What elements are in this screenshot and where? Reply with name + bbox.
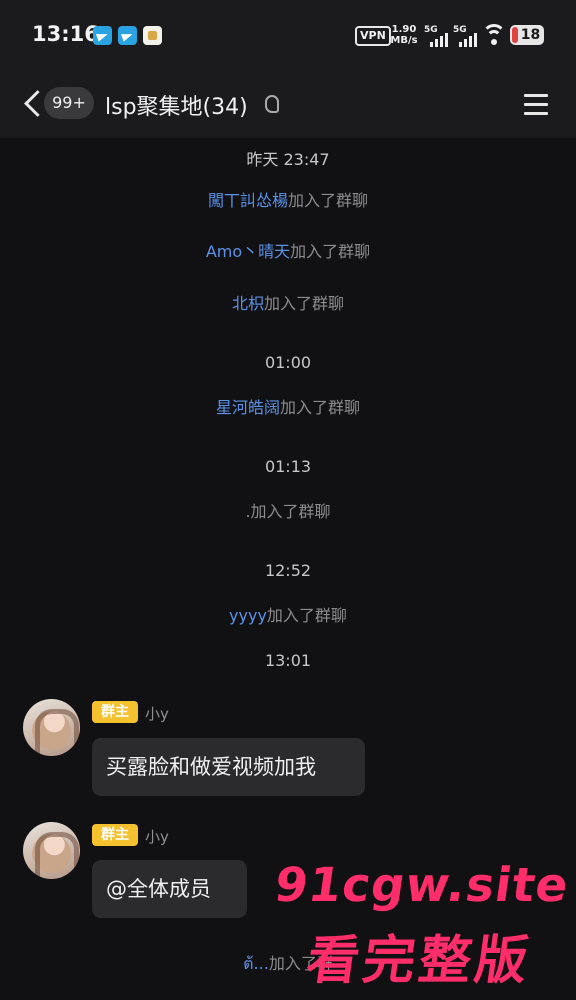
join-text: 加入了群聊 bbox=[290, 242, 371, 261]
avatar[interactable] bbox=[23, 699, 80, 756]
join-notice: yyyy加入了群聊 bbox=[0, 602, 576, 626]
timestamp: 01:13 bbox=[264, 457, 312, 476]
member-name-link[interactable]: 闖丅訆怂楊 bbox=[208, 191, 288, 210]
battery-icon: 18 bbox=[510, 25, 544, 45]
telegram-icon bbox=[118, 26, 137, 45]
member-name-link[interactable]: 北枳 bbox=[232, 294, 264, 313]
join-notice: 北枳加入了群聊 bbox=[0, 290, 576, 314]
join-text: 加入了群聊 bbox=[288, 191, 369, 210]
timestamp: 昨天 23:47 bbox=[246, 150, 330, 169]
wifi-icon bbox=[482, 24, 506, 46]
timestamp: 01:00 bbox=[264, 353, 312, 372]
join-text: .加入了群聊 bbox=[245, 502, 331, 521]
group-title: lsp聚集地(34) bbox=[105, 95, 248, 120]
signal-icon: 5G bbox=[424, 25, 448, 47]
group-owner-badge: 群主 bbox=[92, 824, 138, 846]
status-bar: 13:16 VPN 1.90 MB/s 5G 5G 18 bbox=[0, 0, 576, 72]
network-speed-value: 1.90 bbox=[391, 24, 417, 35]
join-notice: .加入了群聊 bbox=[0, 498, 576, 522]
signal-type-label: 5G bbox=[424, 25, 438, 35]
timestamp: 12:52 bbox=[264, 561, 312, 580]
chat-header: 99+ lsp聚集地(34) bbox=[0, 72, 576, 138]
join-text: 加入了群聊 bbox=[280, 398, 361, 417]
sender-name: 小y bbox=[145, 828, 169, 846]
watermark-caption: 看完整版 bbox=[303, 931, 536, 991]
sender-name: 小y bbox=[145, 705, 169, 723]
status-clock: 13:16 bbox=[32, 22, 99, 46]
timestamp: 13:01 bbox=[264, 651, 312, 670]
watermark-url: 91cgw.site bbox=[271, 858, 573, 913]
member-name-link[interactable]: 星河皓阔 bbox=[216, 398, 280, 417]
menu-icon[interactable] bbox=[524, 93, 548, 115]
member-name-link[interactable]: ต้... bbox=[243, 954, 269, 973]
join-text: 加入了群聊 bbox=[264, 294, 345, 313]
telegram-icon bbox=[93, 26, 112, 45]
message-bubble[interactable]: 买露脸和做爱视频加我 bbox=[92, 738, 365, 796]
battery-level: 18 bbox=[520, 27, 541, 43]
unread-count-badge[interactable]: 99+ bbox=[44, 87, 94, 119]
message-bubble[interactable]: @全体成员 bbox=[92, 860, 247, 918]
app-notification-icon bbox=[143, 26, 162, 45]
member-name-link[interactable]: yyyy bbox=[229, 606, 267, 625]
join-text: 加入了群聊 bbox=[266, 606, 347, 625]
member-name-link[interactable]: Amo丶晴天 bbox=[206, 242, 290, 261]
earpiece-mode-icon[interactable] bbox=[265, 95, 279, 113]
join-notice: 闖丅訆怂楊加入了群聊 bbox=[0, 187, 576, 211]
signal-type-label: 5G bbox=[453, 25, 467, 35]
join-notice: Amo丶晴天加入了群聊 bbox=[0, 238, 576, 262]
group-owner-badge: 群主 bbox=[92, 701, 138, 723]
network-speed-unit: MB/s bbox=[390, 35, 418, 46]
avatar[interactable] bbox=[23, 822, 80, 879]
join-notice: 星河皓阔加入了群聊 bbox=[0, 394, 576, 418]
vpn-indicator: VPN bbox=[355, 26, 391, 46]
back-arrow-icon[interactable] bbox=[22, 89, 42, 119]
signal-icon: 5G bbox=[453, 25, 477, 47]
network-speed: 1.90 MB/s bbox=[389, 24, 419, 46]
